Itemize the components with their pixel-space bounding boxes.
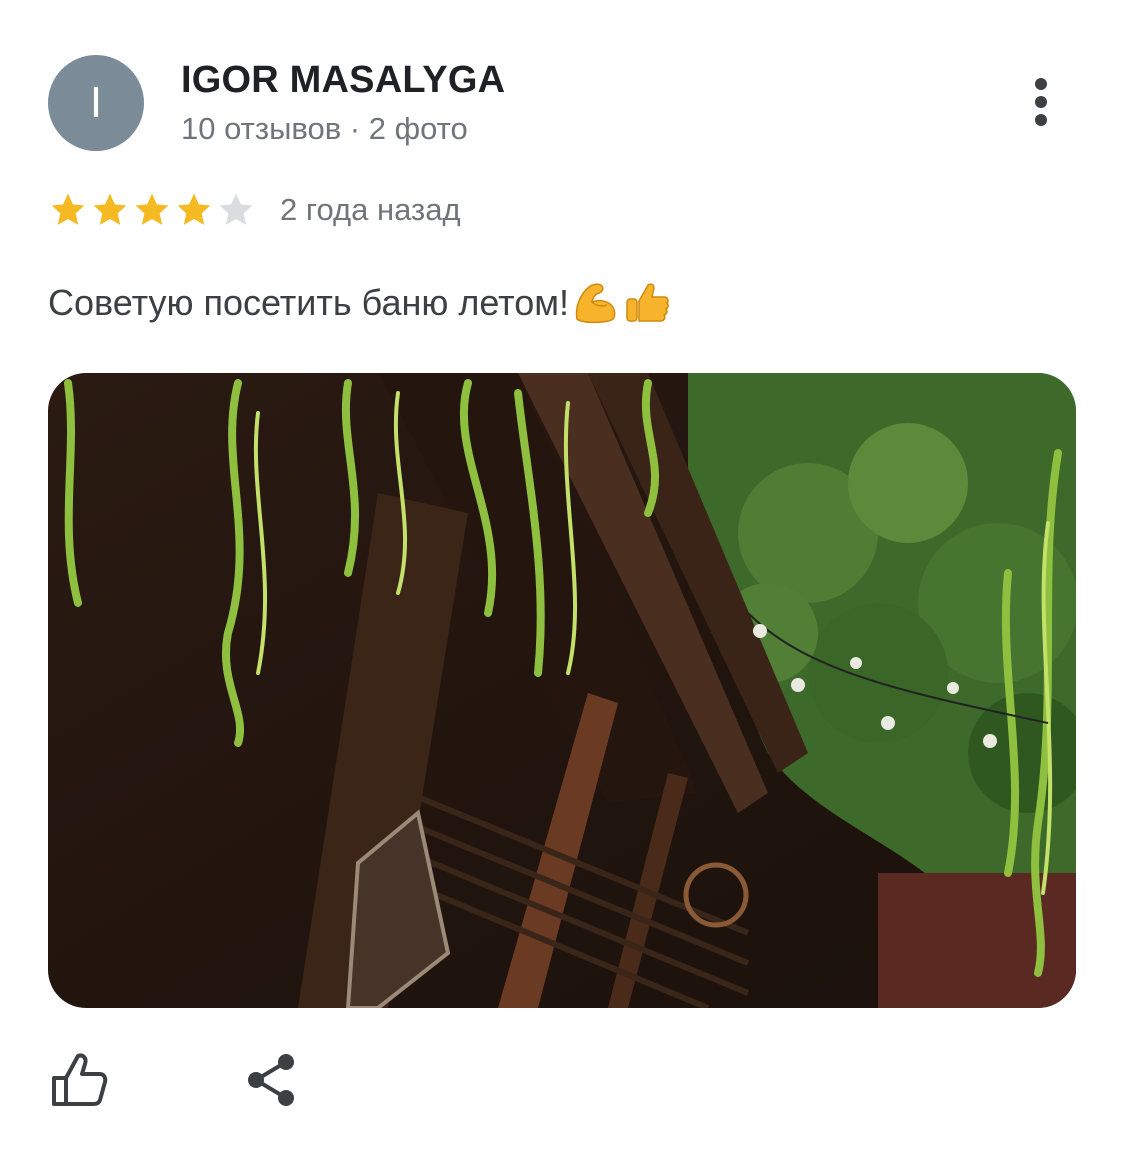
- star-filled-icon: [93, 193, 127, 225]
- share-icon[interactable]: [244, 1050, 300, 1110]
- avatar-initial: I: [89, 78, 103, 127]
- review-date: 2 года назад: [280, 192, 461, 227]
- rating-row: 2 года назад: [48, 186, 461, 234]
- review-text-body: Советую посетить баню летом!: [48, 282, 570, 323]
- star-filled-icon: [177, 193, 211, 225]
- photo-image: [48, 373, 1076, 1008]
- star-rating: [48, 190, 256, 230]
- author-avatar[interactable]: I: [48, 55, 144, 151]
- thumbs-up-icon: [626, 283, 669, 322]
- more-options-button[interactable]: [1016, 74, 1066, 130]
- review-photo[interactable]: [48, 373, 1076, 1008]
- flexed-biceps-icon: [575, 283, 616, 324]
- star-empty-icon: [219, 193, 253, 225]
- review-text: Советую посетить баню летом!: [48, 275, 673, 327]
- more-vert-icon-dot: [1035, 96, 1047, 108]
- author-meta: 10 отзывов · 2 фото: [181, 111, 468, 146]
- thumb-up-icon[interactable]: [50, 1050, 110, 1110]
- more-vert-icon-dot: [1035, 114, 1047, 126]
- star-filled-icon: [135, 193, 169, 225]
- more-vert-icon-dot: [1035, 78, 1047, 90]
- star-filled-icon: [51, 193, 85, 225]
- author-name[interactable]: IGOR MASALYGA: [181, 59, 505, 102]
